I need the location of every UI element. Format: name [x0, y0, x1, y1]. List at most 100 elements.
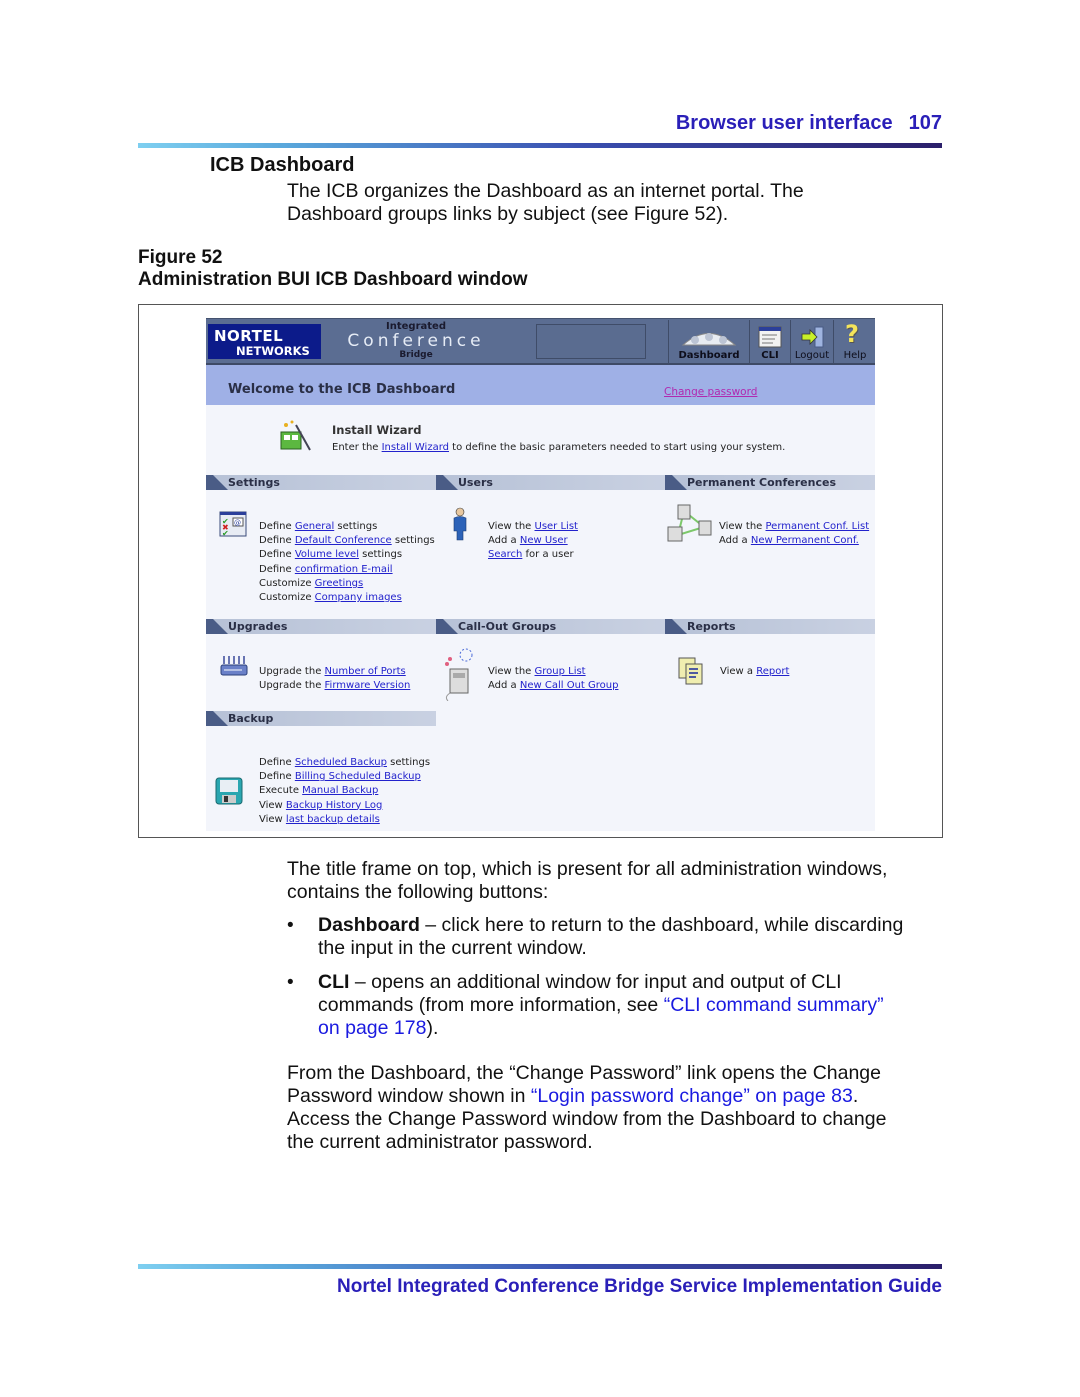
help-question-icon: ?: [845, 320, 859, 348]
product-line2: Conference: [347, 331, 485, 351]
manual-backup-link[interactable]: Manual Backup: [302, 785, 378, 796]
login-password-change-xref[interactable]: “Login password change” on page 83: [531, 1085, 853, 1107]
report-link[interactable]: Report: [756, 666, 789, 677]
company-images-link[interactable]: Company images: [315, 592, 402, 603]
upgrades-links: Upgrade the Number of Ports Upgrade the …: [259, 665, 410, 693]
help-button-label: Help: [843, 350, 867, 361]
text: Upgrade the: [259, 680, 325, 692]
svg-text:✔: ✔: [222, 529, 229, 537]
install-wizard-link[interactable]: Install Wizard: [382, 442, 449, 453]
text: – opens an additional window for input a…: [349, 971, 842, 993]
group-list-link[interactable]: Group List: [535, 666, 586, 677]
change-password-link[interactable]: Change password: [664, 386, 757, 398]
permanent-conference-phones-icon: [667, 504, 712, 542]
logout-door-arrow-icon: [801, 326, 824, 348]
para-line: the current administrator password.: [287, 1131, 593, 1153]
list-item: Add a New Call Out Group: [488, 679, 618, 693]
new-user-link[interactable]: New User: [520, 535, 568, 546]
list-item: View a Report: [720, 665, 789, 679]
text: View: [259, 813, 286, 825]
upgrade-hardware-icon: [220, 656, 248, 676]
search-user-link[interactable]: Search: [488, 549, 522, 560]
list-item: Upgrade the Number of Ports: [259, 665, 410, 679]
text: View the: [488, 521, 535, 532]
svg-text:@: @: [234, 519, 241, 527]
dashboard-content: Install Wizard Enter the Install Wizard …: [206, 405, 875, 831]
section-header-users: Users: [436, 475, 666, 490]
running-header: Browser user interface 107: [676, 112, 942, 135]
call-out-groups-links: View the Group List Add a New Call Out G…: [488, 665, 618, 693]
text: commands (from more information, see: [318, 994, 664, 1016]
user-person-icon: [453, 507, 467, 541]
text: Define: [259, 521, 295, 532]
term-cli: CLI: [318, 971, 350, 993]
text: Define: [259, 757, 295, 768]
term-dashboard: Dashboard: [318, 914, 420, 936]
section-header-upgrades: Upgrades: [206, 619, 436, 634]
list-item: Define Scheduled Backup settings: [259, 756, 430, 770]
logo-line2: NETWORKS: [236, 344, 310, 358]
scheduled-backup-link[interactable]: Scheduled Backup: [295, 757, 387, 768]
change-password-paragraph: From the Dashboard, the “Change Password…: [287, 1062, 947, 1154]
default-conference-link[interactable]: Default Conference: [295, 535, 392, 546]
text: settings: [334, 521, 378, 532]
welcome-bar: Welcome to the ICB Dashboard Change pass…: [206, 365, 875, 405]
cli-command-summary-xref[interactable]: “CLI command summary”: [664, 994, 884, 1016]
title-frame-paragraph: The title frame on top, which is present…: [287, 858, 947, 904]
list-item: Define Billing Scheduled Backup: [259, 770, 430, 784]
confirmation-email-link[interactable]: confirmation E-mail: [295, 564, 393, 575]
list-item: Customize Greetings: [259, 577, 435, 591]
running-header-section: Browser user interface: [675, 112, 893, 134]
cli-page-xref[interactable]: on page 178: [318, 1017, 426, 1039]
firmware-version-link[interactable]: Firmware Version: [325, 680, 411, 691]
text: .: [852, 1085, 859, 1107]
text: settings: [358, 549, 403, 561]
dashboard-gauges-icon: [681, 333, 737, 346]
section-title-users: Users: [458, 476, 493, 489]
section-title-upgrades: Upgrades: [228, 620, 288, 633]
intro-line: The ICB organizes the Dashboard as an in…: [287, 180, 804, 202]
cli-window-icon: [758, 326, 782, 348]
last-backup-details-link[interactable]: last backup details: [286, 814, 380, 825]
text: Customize: [259, 592, 315, 604]
list-item: Define General settings: [259, 520, 435, 534]
list-item: Customize Company images: [259, 591, 435, 605]
bullet-dashboard-marker: •: [287, 915, 294, 936]
install-wizard-icon: [280, 420, 311, 451]
install-wizard-text: Enter the Install Wizard to define the b…: [332, 442, 785, 453]
settings-links: Define General settings Define Default C…: [259, 520, 435, 605]
page-number: 107: [908, 112, 942, 134]
list-item: Search for a user: [488, 548, 578, 562]
figure-caption: Administration BUI ICB Dashboard window: [138, 269, 528, 290]
greetings-link[interactable]: Greetings: [315, 578, 364, 589]
section-title-permanent: Permanent Conferences: [687, 476, 836, 489]
help-button[interactable]: ? Help: [833, 320, 876, 364]
dashboard-button[interactable]: Dashboard: [668, 320, 749, 364]
logout-button[interactable]: Logout: [790, 320, 833, 364]
text: Add a: [719, 535, 751, 547]
figure-number: Figure 52: [138, 247, 223, 268]
list-item: View Backup History Log: [259, 799, 430, 813]
text: Add a: [488, 535, 520, 547]
billing-scheduled-backup-link[interactable]: Billing Scheduled Backup: [295, 771, 421, 782]
backup-history-log-link[interactable]: Backup History Log: [286, 800, 382, 811]
text: Add a: [488, 680, 520, 692]
text: View a: [720, 666, 757, 677]
volume-level-link[interactable]: Volume level: [295, 549, 359, 560]
permanent-conf-list-link[interactable]: Permanent Conf. List: [766, 521, 870, 532]
text: for a user: [522, 549, 574, 561]
bullet-dashboard: Dashboard – click here to return to the …: [318, 914, 958, 960]
icb-dashboard-screenshot: NORTEL NETWORKS Integrated Conference Br…: [206, 318, 875, 831]
welcome-title: Welcome to the ICB Dashboard: [228, 382, 456, 397]
number-of-ports-link[interactable]: Number of Ports: [325, 666, 406, 677]
section-title: ICB Dashboard: [210, 154, 355, 176]
cli-button[interactable]: CLI: [749, 320, 790, 364]
section-title-reports: Reports: [687, 620, 736, 633]
new-permanent-conf-link[interactable]: New Permanent Conf.: [751, 535, 859, 546]
user-list-link[interactable]: User List: [535, 521, 578, 532]
general-settings-link[interactable]: General: [295, 521, 334, 532]
list-item: Add a New User: [488, 534, 578, 548]
text: Upgrade the: [259, 666, 325, 677]
para-line: contains the following buttons:: [287, 881, 549, 903]
new-call-out-group-link[interactable]: New Call Out Group: [520, 680, 619, 691]
